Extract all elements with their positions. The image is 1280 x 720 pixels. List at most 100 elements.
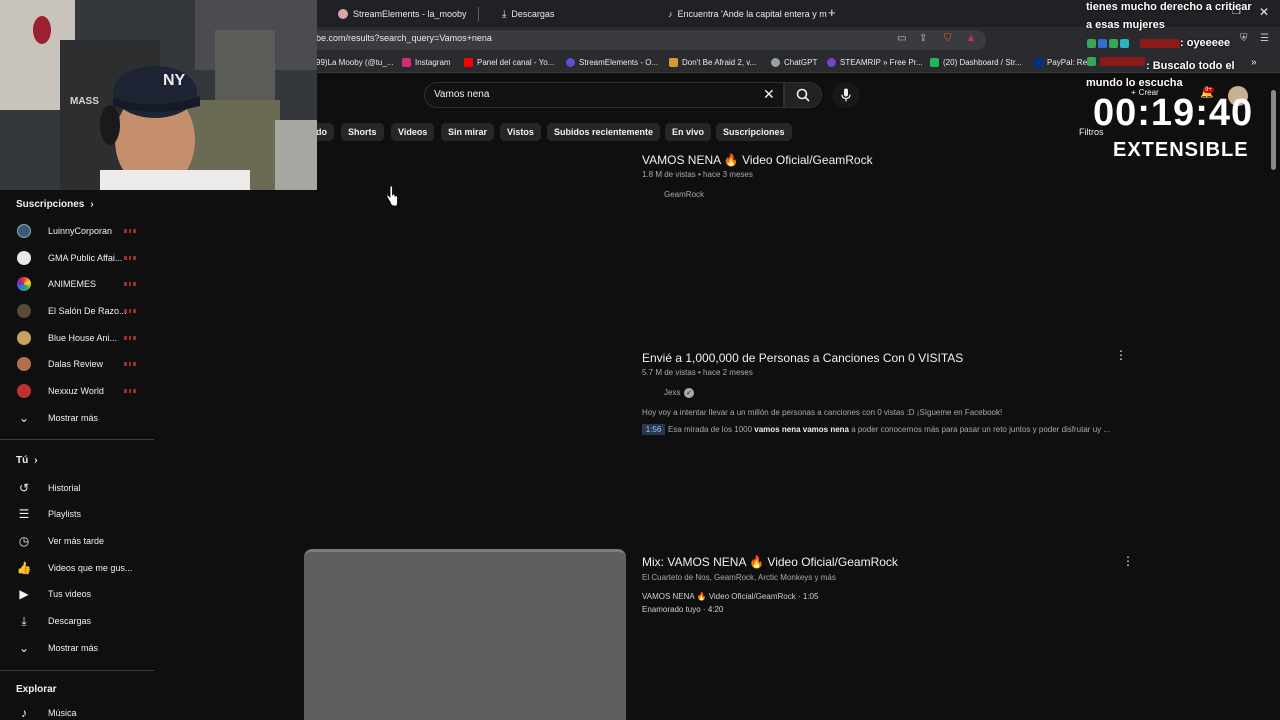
video-title[interactable]: Envié a 1,000,000 de Personas a Cancione… [642,351,963,365]
avatar [17,277,31,291]
share-icon[interactable]: ⇪ [919,33,927,44]
chat-message: : oyeeeee [1180,37,1231,49]
video-title[interactable]: VAMOS NENA 🔥 Video Oficial/GeamRock [642,153,873,167]
bookmark-item[interactable]: PayPal: Res [1034,58,1091,67]
brave-shield-icon[interactable]: ⛉ [944,33,952,44]
bookmark-item[interactable]: (20) Dashboard / Str... [930,58,1022,67]
sidebar-item-label: Descargas [48,616,92,626]
steamrip-icon [827,58,836,67]
dashboard-icon [930,58,939,67]
clear-search-icon[interactable]: ✕ [763,86,775,103]
menu-icon[interactable]: ☰ [1260,33,1269,44]
chevron-right-icon: › [34,455,38,466]
search-button[interactable] [784,82,822,108]
bookmark-item[interactable]: Panel del canal - Yo... [464,58,554,67]
sidebar-item-descargas[interactable]: ⤓ Descargas [0,610,154,632]
live-indicator-icon [124,256,137,260]
chip-sin-mirar[interactable]: Sin mirar [441,123,495,141]
chat-username-badge-icon [1100,57,1145,66]
chip-subidos-recientemente[interactable]: Subidos recientemente [547,123,661,141]
video-title[interactable]: Mix: VAMOS NENA 🔥 Video Oficial/GeamRock [642,555,898,569]
sidebar-item-label: LuinnyCorporan [48,226,113,236]
sidebar-item-playlists[interactable]: ☰ Playlists [0,503,154,525]
show-more-you[interactable]: ⌄ Mostrar más [0,637,154,659]
sidebar-item-subscription[interactable]: Nexxuz World [0,380,154,402]
sidebar-item-ver-mas-tarde[interactable]: ◷ Ver más tarde [0,530,154,552]
sidebar-item-historial[interactable]: ↺ Historial [0,477,154,499]
game-icon [669,58,678,67]
sidebar-item-subscription[interactable]: Blue House Ani... [0,327,154,349]
channel-name[interactable]: Jexs [664,388,680,397]
avatar [17,304,31,318]
more-options-icon[interactable]: ⋮ [1122,554,1134,568]
mix-track[interactable]: Enamorado tuyo · 4:20 [642,605,723,614]
chip-videos[interactable]: Videos [391,123,435,141]
play-icon: ▶ [19,587,29,601]
timer-label: EXTENSIBLE [1113,139,1249,161]
avatar [17,224,31,238]
sidebar-item-label: Mostrar más [48,643,99,653]
vpn-icon[interactable]: ⛨ [1240,33,1248,44]
sidebar-item-label: GMA Public Affai... [48,253,123,263]
live-indicator-icon [124,309,137,313]
cast-icon[interactable]: ▭ [897,33,906,44]
avatar [17,357,31,371]
bookmark-item[interactable]: ChatGPT [771,58,817,67]
show-more-subscriptions[interactable]: ⌄ Mostrar más [0,407,154,429]
you-header[interactable]: Tú › [16,455,38,466]
brave-rewards-icon[interactable]: ▲ [966,33,976,44]
video-thumbnail[interactable] [304,549,626,720]
tab-tiktok[interactable]: ♪ Encuentra 'Ande la capital entera y m [668,5,827,23]
avatar [17,251,31,265]
bookmark-item[interactable]: STEAMRIP » Free Pr... [827,58,923,67]
sidebar-item-label: El Salón De Razo... [48,306,127,316]
channel-name[interactable]: GeamRock [664,190,704,199]
sidebar-item-subscription[interactable]: El Salón De Razo... [0,300,154,322]
sidebar-item-tus-videos[interactable]: ▶ Tus videos [0,583,154,605]
scrollbar[interactable] [1271,90,1276,170]
sidebar-item-musica[interactable]: ♪ Música [0,702,154,720]
more-options-icon[interactable]: ⋮ [1115,348,1127,362]
chat-emote-icon [1109,39,1118,48]
bookmark-item[interactable]: Don't Be Afraid 2, v... [669,58,756,67]
sidebar-item-liked-videos[interactable]: 👍 Videos que me gus... [0,557,154,579]
tab-title: Encuentra 'Ande la capital entera y m [677,9,827,19]
close-window-icon[interactable]: ✕ [1259,5,1269,19]
mix-track[interactable]: VAMOS NENA 🔥 Video Oficial/GeamRock · 1:… [642,592,818,601]
bookmark-item[interactable]: StreamElements - O... [566,58,658,67]
webcam-overlay: MASS NY [0,0,317,190]
sidebar-item-subscription[interactable]: ANIMEMES [0,273,154,295]
sidebar-item-label: Historial [48,483,81,493]
playlist-icon: ☰ [18,507,30,521]
chip-en-vivo[interactable]: En vivo [665,123,712,141]
chapter-timestamp[interactable]: 1:56 [642,424,665,435]
subscriptions-header[interactable]: Suscripciones › [16,199,94,210]
tiktok-icon: ♪ [668,9,673,19]
tab-streamelements[interactable]: StreamElements - la_mooby [338,5,479,23]
sidebar-item-label: Tus videos [48,589,92,599]
chip-vistos[interactable]: Vistos [500,123,541,141]
stream-timer: 00:19:40 [1093,92,1254,134]
tab-descargas[interactable]: ⤓ Descargas [502,5,554,23]
new-tab-button[interactable]: + [828,5,836,20]
sidebar-item-subscription[interactable]: GMA Public Affai... [0,247,154,269]
live-indicator-icon [124,336,137,340]
chip-shorts[interactable]: Shorts [341,123,384,141]
bookmark-item[interactable]: Instagram [402,58,451,67]
bookmark-label: 99)La Mooby (@tu_... [316,58,394,67]
voice-search-button[interactable] [832,82,860,108]
chatgpt-icon [771,58,780,67]
search-query[interactable]: Vamos nena [434,89,489,100]
sidebar-item-label: Música [48,708,77,718]
sidebar-item-subscription[interactable]: LuinnyCorporan [0,220,154,242]
download-icon: ⤓ [21,613,27,628]
video-meta: 5.7 M de vistas • hace 2 meses [642,368,753,377]
chip-suscripciones[interactable]: Suscripciones [716,123,792,141]
chapter-snippet: Esa mirada de los 1000 vamos nena vamos … [668,425,1110,434]
mix-artists: El Cuarteto de Nos, GeamRock, Arctic Mon… [642,573,836,582]
more-bookmarks-icon[interactable]: » [1251,57,1257,68]
bookmark-item[interactable]: 99)La Mooby (@tu_... [316,58,394,67]
sidebar: Suscripciones › LuinnyCorporan GMA Publi… [0,190,154,720]
url-text[interactable]: be.com/results?search_query=Vamos+nena [316,33,492,43]
sidebar-item-subscription[interactable]: Dalas Review [0,353,154,375]
